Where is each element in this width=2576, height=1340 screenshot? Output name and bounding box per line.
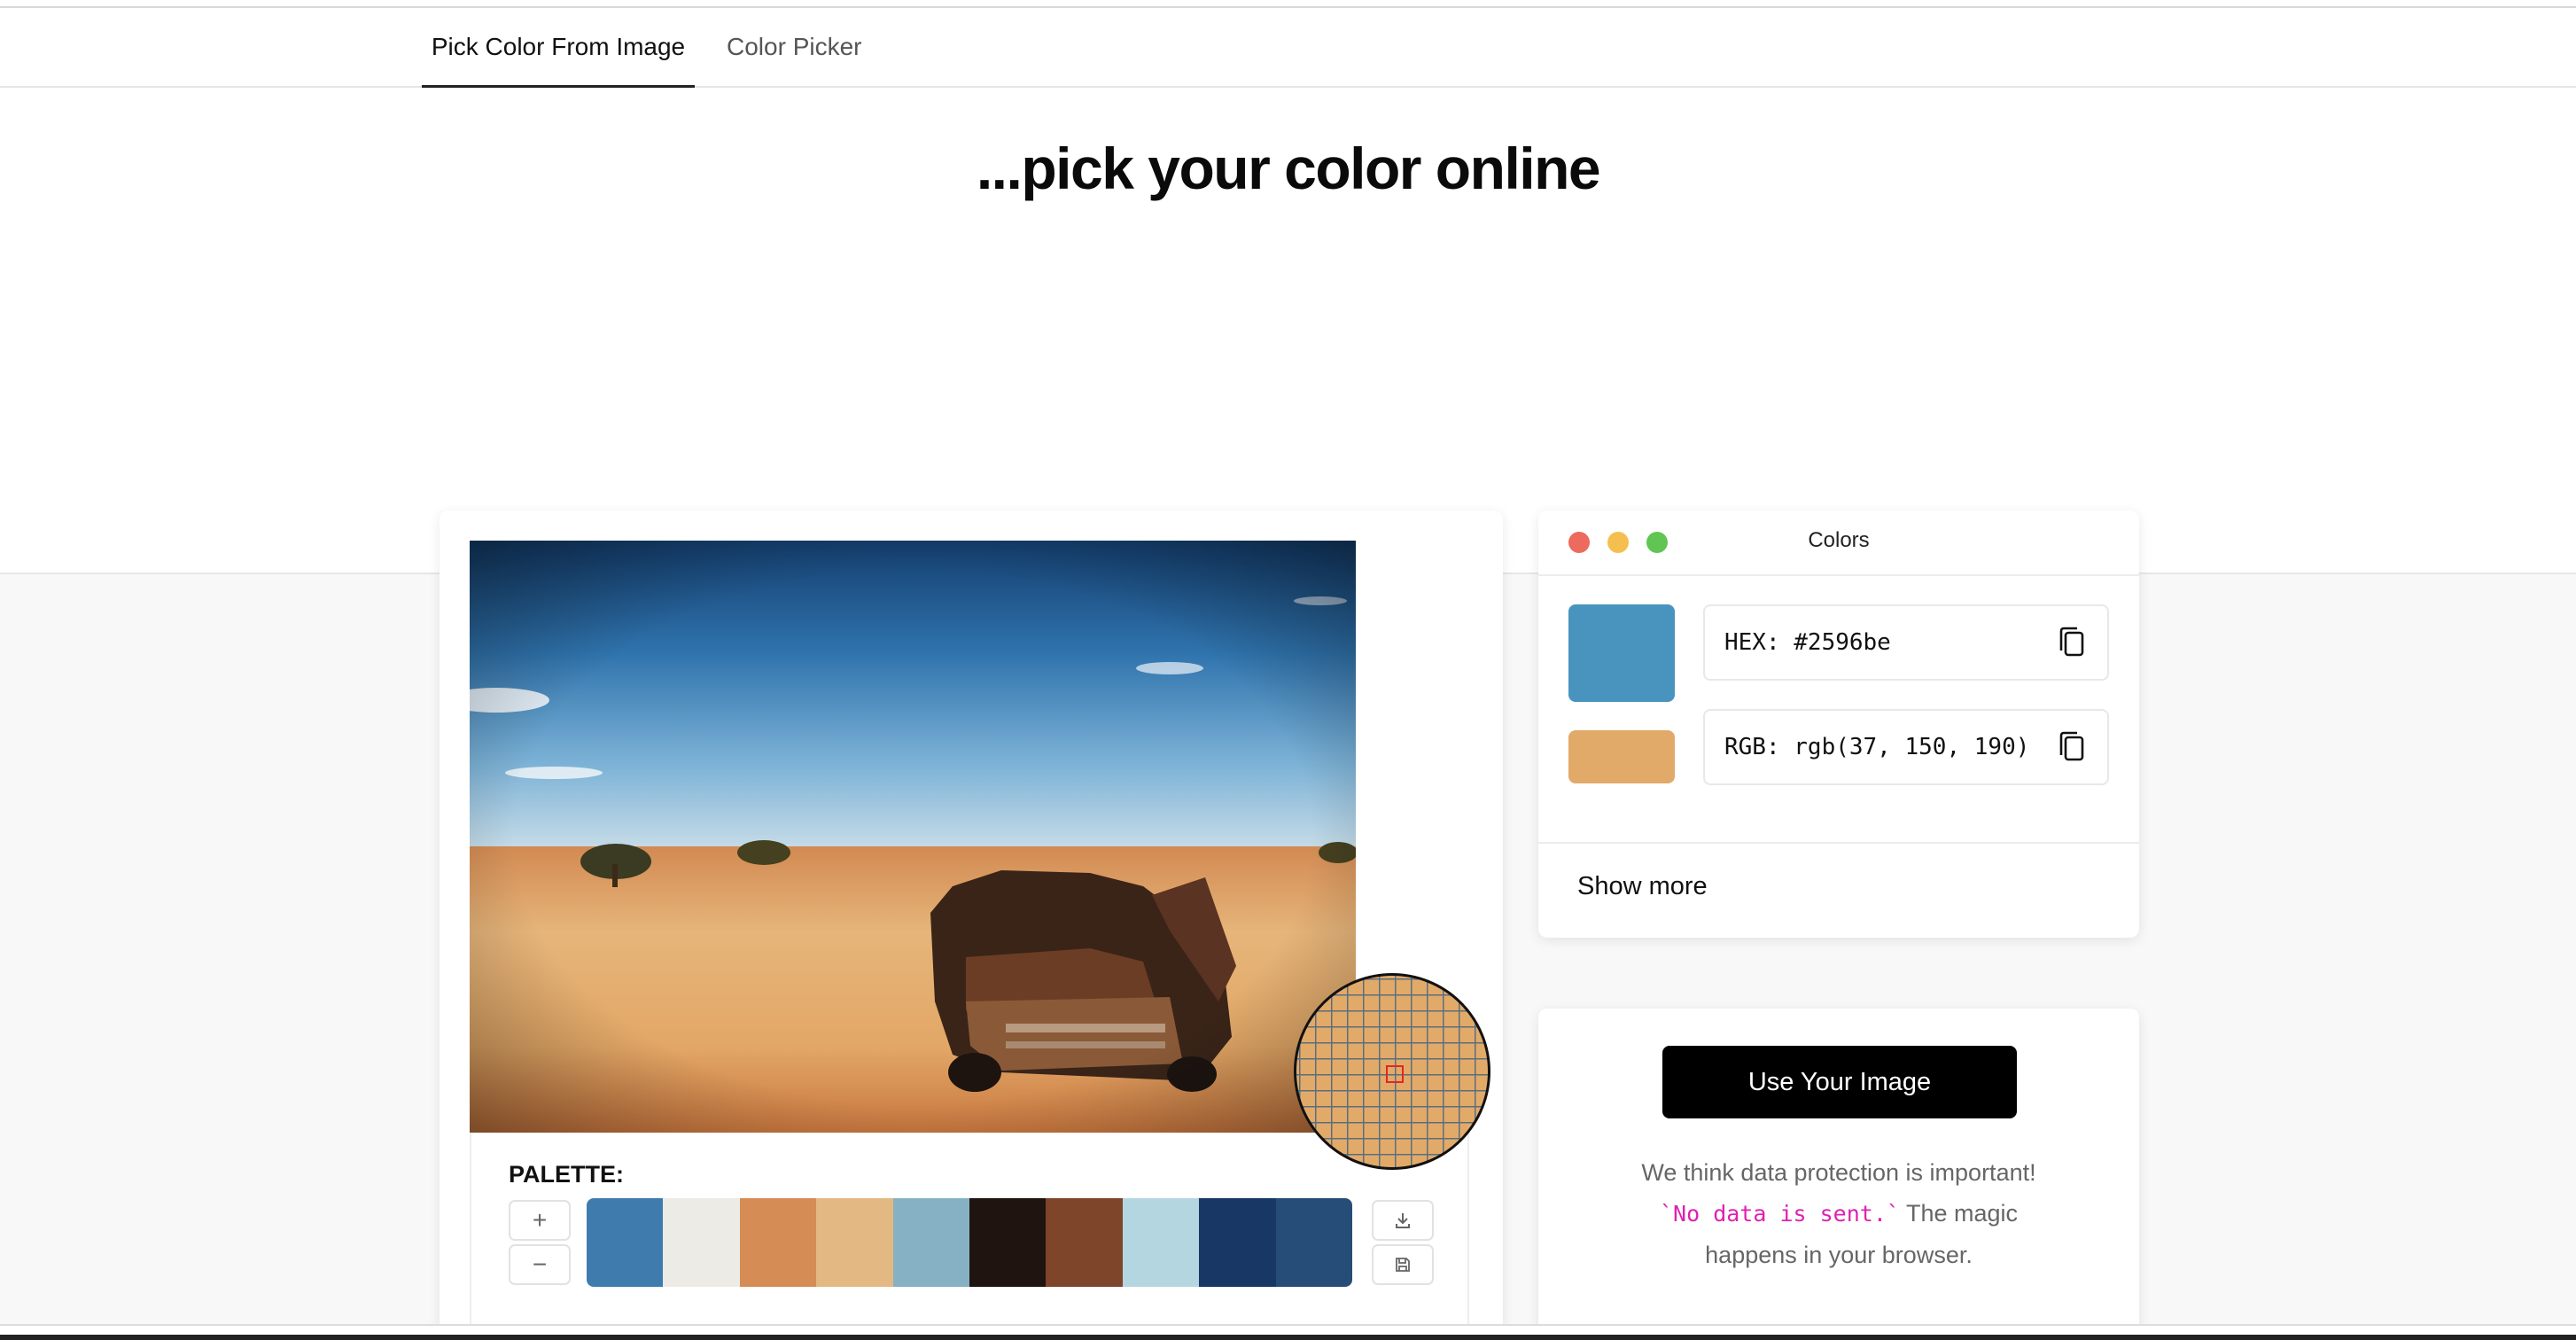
palette-swatch-10[interactable] [1275, 1198, 1352, 1287]
sample-photo[interactable] [470, 541, 1356, 1133]
copy-hex-icon[interactable] [2054, 624, 2090, 663]
desert-car-photo [470, 541, 1356, 1133]
palette-swatch-1[interactable] [587, 1198, 664, 1287]
protection-line-1: We think data protection is important! [1641, 1159, 2036, 1186]
protection-line-2-rest: The magic [1899, 1200, 2018, 1227]
rgb-value: RGB: rgb(37, 150, 190) [1724, 734, 2030, 760]
color-magnifier-loupe[interactable] [1294, 973, 1490, 1170]
hover-color-swatch [1568, 730, 1675, 783]
colors-card: Colors HEX: #2596be RGB: rgb(37, 150, 19… [1538, 510, 2139, 938]
tab-pick-color-from-image[interactable]: Pick Color From Image [422, 8, 695, 88]
hex-field[interactable]: HEX: #2596be [1703, 604, 2109, 681]
palette-swatch-8[interactable] [1122, 1198, 1200, 1287]
upload-card: Use Your Image We think data protection … [1538, 1009, 2139, 1340]
data-protection-note: We think data protection is important! `… [1538, 1152, 2139, 1275]
palette-label: PALETTE: [509, 1161, 624, 1188]
header-divider [1538, 574, 2139, 576]
browser-top-edge [0, 0, 2576, 8]
save-icon [1396, 1258, 1410, 1272]
add-color-button[interactable]: + [509, 1200, 571, 1241]
palette-swatch-6[interactable] [969, 1198, 1047, 1287]
image-picker-card: PALETTE: + − [440, 510, 1503, 1340]
protection-line-3: happens in your browser. [1705, 1242, 1973, 1268]
use-your-image-button[interactable]: Use Your Image [1662, 1046, 2017, 1118]
page-headline: ...pick your color online [976, 136, 1601, 201]
download-palette-button[interactable] [1372, 1200, 1434, 1241]
window-bottom-border [0, 1335, 2576, 1340]
magnifier-center-pixel [1386, 1065, 1404, 1083]
hex-value: HEX: #2596be [1724, 629, 1891, 656]
palette-swatch-5[interactable] [892, 1198, 970, 1287]
palette-swatch-7[interactable] [1046, 1198, 1123, 1287]
palette-swatches [587, 1198, 1352, 1287]
download-icon [1396, 1213, 1410, 1228]
remove-color-button[interactable]: − [509, 1244, 571, 1285]
palette-swatch-9[interactable] [1199, 1198, 1276, 1287]
protection-line-2: `No data is sent.` The magic [1538, 1193, 2139, 1235]
palette-swatch-3[interactable] [739, 1198, 817, 1287]
tab-color-picker[interactable]: Color Picker [727, 8, 861, 88]
save-palette-button[interactable] [1372, 1244, 1434, 1285]
no-data-sent-code: `No data is sent.` [1660, 1201, 1900, 1227]
show-more-link[interactable]: Show more [1577, 872, 1708, 901]
selected-color-swatch [1568, 604, 1675, 702]
tab-bar: Pick Color From Image Color Picker [0, 8, 2576, 88]
colors-title: Colors [1808, 528, 1870, 552]
copy-rgb-icon[interactable] [2054, 728, 2090, 767]
rgb-field[interactable]: RGB: rgb(37, 150, 190) [1703, 709, 2109, 785]
show-more-divider [1538, 842, 2139, 844]
palette-swatch-2[interactable] [663, 1198, 740, 1287]
palette-swatch-4[interactable] [816, 1198, 893, 1287]
